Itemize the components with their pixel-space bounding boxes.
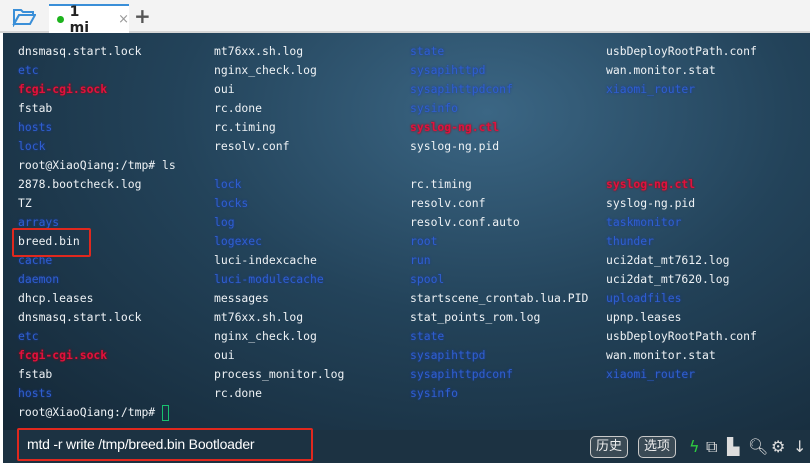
file-entry: luci-modulecache	[214, 272, 324, 286]
file-entry: sysapihttpdconf	[410, 82, 513, 96]
file-entry: wan.monitor.stat	[606, 63, 716, 77]
gear-icon[interactable]: ⚙	[771, 437, 785, 456]
file-entry: resolv.conf	[410, 196, 486, 210]
file-entry: etc	[18, 329, 39, 343]
file-entry: oui	[214, 82, 235, 96]
file-entry: uci2dat_mt7620.log	[606, 272, 730, 286]
file-entry: uci2dat_mt7612.log	[606, 253, 730, 267]
file-entry: thunder	[606, 234, 655, 248]
history-button[interactable]: 历史	[590, 436, 629, 458]
file-entry: hosts	[18, 120, 53, 134]
file-entry: dnsmasq.start.lock	[18, 44, 142, 58]
file-entry: oui	[214, 348, 235, 362]
cursor	[162, 404, 170, 421]
file-entry: state	[410, 44, 445, 58]
file-entry: wan.monitor.stat	[606, 348, 716, 362]
file-entry: messages	[214, 291, 269, 305]
file-entry: locks	[214, 196, 249, 210]
file-entry: logexec	[214, 234, 263, 248]
highlight-box	[12, 228, 91, 257]
connected-status-icon	[57, 16, 64, 23]
file-entry: resolv.conf.auto	[410, 215, 520, 229]
close-tab-icon[interactable]: ×	[118, 12, 129, 27]
file-entry: lock	[214, 177, 242, 191]
file-entry: sysapihttpd	[410, 348, 486, 362]
file-entry: spool	[410, 272, 445, 286]
file-entry: syslog-ng.pid	[410, 139, 500, 153]
file-entry: syslog-ng.pid	[606, 196, 696, 210]
options-button[interactable]: 选项	[638, 436, 677, 458]
file-entry: run	[410, 253, 431, 267]
search-icon[interactable]: 🔍︎	[748, 437, 768, 456]
file-entry: syslog-ng.ctl	[410, 120, 500, 134]
tab-session[interactable]: 1 mi ×	[49, 3, 129, 36]
file-entry: stat_points_rom.log	[410, 310, 541, 324]
file-entry: uploadfiles	[606, 291, 682, 305]
file-entry: sysinfo	[410, 101, 459, 115]
file-entry: nginx_check.log	[214, 329, 317, 343]
file-entry: fstab	[18, 367, 53, 381]
file-entry: fcgi-cgi.sock	[18, 348, 108, 362]
arrow-down-icon[interactable]: ↓	[793, 437, 806, 456]
new-tab-button[interactable]: +	[134, 4, 151, 28]
file-entry: rc.done	[214, 101, 263, 115]
file-entry: startscene_crontab.lua.PID	[410, 291, 589, 305]
file-entry: sysinfo	[410, 386, 459, 400]
file-entry: log	[214, 215, 235, 229]
file-entry: fstab	[18, 101, 53, 115]
command-input[interactable]: mtd -r write /tmp/breed.bin Bootloader	[17, 428, 313, 461]
file-entry: sysapihttpdconf	[410, 367, 513, 381]
file-entry: hosts	[18, 386, 53, 400]
file-entry: fcgi-cgi.sock	[18, 82, 108, 96]
lightning-icon[interactable]: ϟ	[689, 437, 700, 456]
file-entry: mt76xx.sh.log	[214, 310, 304, 324]
tab-title: 1 mi	[69, 3, 90, 36]
prompt: root@XiaoQiang:/tmp#	[18, 405, 163, 419]
file-entry: rc.timing	[214, 120, 276, 134]
file-entry: usbDeployRootPath.conf	[606, 44, 757, 58]
folder-icon[interactable]	[12, 7, 36, 27]
prompt-line: root@XiaoQiang:/tmp#	[18, 403, 170, 422]
file-entry: process_monitor.log	[214, 367, 345, 381]
file-entry: taskmonitor	[606, 215, 682, 229]
paste-icon[interactable]: ▙	[727, 437, 739, 456]
copy-icon[interactable]: ⧉	[706, 437, 717, 457]
prompt-line: root@XiaoQiang:/tmp# ls	[18, 158, 176, 172]
file-entry: etc	[18, 63, 39, 77]
file-entry: daemon	[18, 272, 60, 286]
file-entry: resolv.conf	[214, 139, 290, 153]
file-entry: luci-indexcache	[214, 253, 317, 267]
file-entry: dnsmasq.start.lock	[18, 310, 142, 324]
file-entry: xiaomi_router	[606, 82, 696, 96]
file-entry: dhcp.leases	[18, 291, 94, 305]
file-entry: usbDeployRootPath.conf	[606, 329, 757, 343]
file-entry: xiaomi_router	[606, 367, 696, 381]
file-entry: root	[410, 234, 438, 248]
terminal-output[interactable]: dnsmasq.start.lock mt76xx.sh.log state usbD…	[3, 33, 810, 430]
tab-bar: 1 mi × +	[0, 0, 810, 36]
file-entry: nginx_check.log	[214, 63, 317, 77]
file-entry: rc.done	[214, 386, 263, 400]
file-entry: lock	[18, 139, 46, 153]
file-entry: upnp.leases	[606, 310, 682, 324]
file-entry: sysapihttpd	[410, 63, 486, 77]
file-entry: 2878.bootcheck.log	[18, 177, 142, 191]
file-entry: state	[410, 329, 445, 343]
file-entry: rc.timing	[410, 177, 472, 191]
file-entry: mt76xx.sh.log	[214, 44, 304, 58]
file-entry: syslog-ng.ctl	[606, 177, 696, 191]
file-entry: TZ	[18, 196, 32, 210]
